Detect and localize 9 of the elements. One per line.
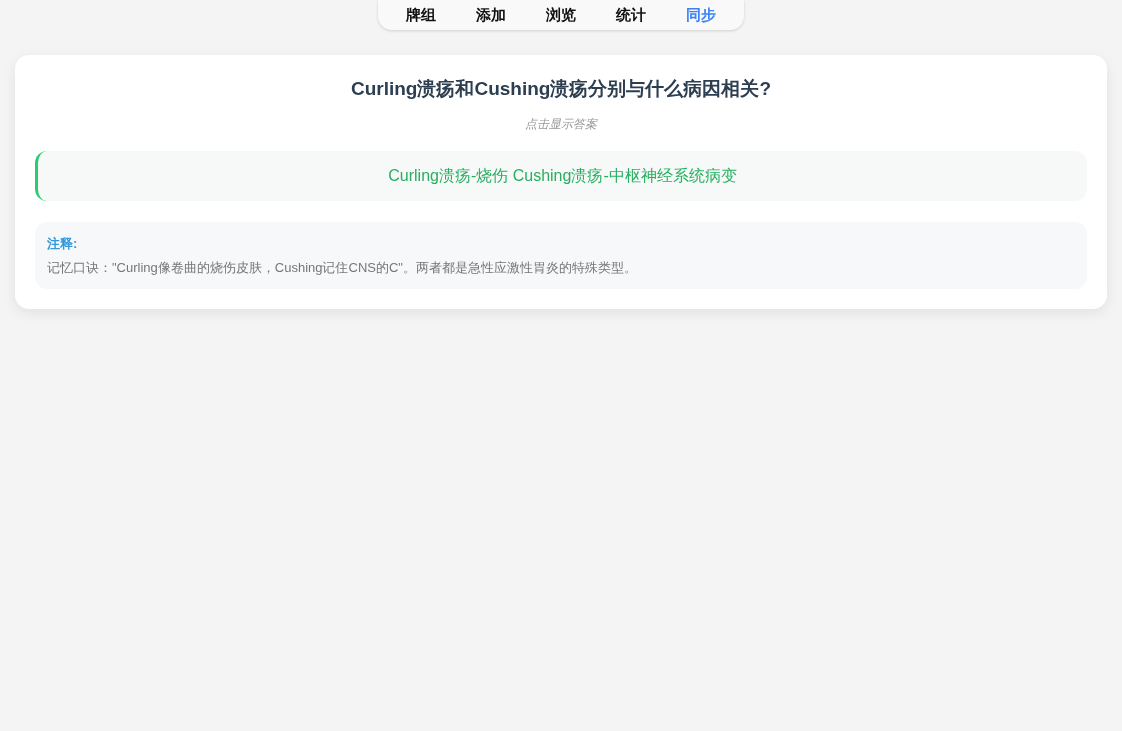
note-text: 记忆口诀："Curling像卷曲的烧伤皮肤，Cushing记住CNS的C"。两者都是急性应激性胃炎的特殊类型。	[47, 258, 638, 277]
nav-tab[interactable]: 浏览	[526, 3, 596, 27]
nav-tab[interactable]: 同步	[666, 3, 736, 27]
answer-text: Curling溃疡-烧伤 Cushing溃疡-中枢神经系统病变	[388, 166, 737, 186]
nav-tab[interactable]: 统计	[596, 3, 666, 27]
question-text: Curling溃疡和Cushing溃疡分别与什么病因相关?	[349, 77, 773, 101]
nav-tab[interactable]: 牌组	[386, 3, 456, 27]
nav-tab[interactable]: 添加	[456, 3, 526, 27]
note-title: 注释:	[47, 235, 79, 253]
